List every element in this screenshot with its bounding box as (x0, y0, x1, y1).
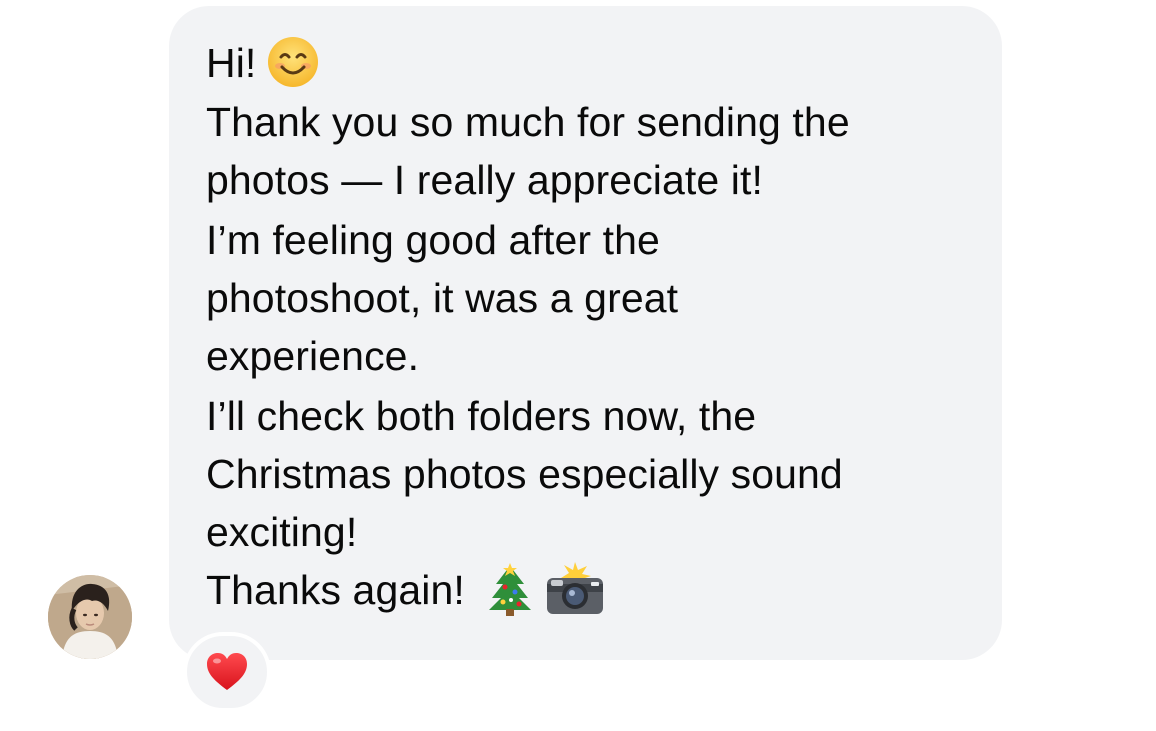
message-line: photos — I really appreciate it! (206, 157, 763, 204)
message-line: photoshoot, it was a great (206, 275, 679, 322)
message-line: Christmas photos especially sound (206, 451, 843, 498)
sender-avatar[interactable] (48, 575, 132, 659)
message-line: exciting! (206, 509, 358, 556)
message-line: Hi! (206, 34, 1002, 93)
message-line: Thanks again! (206, 561, 1002, 620)
message-line: experience. (206, 333, 420, 380)
message-line-text: Thanks again! (206, 567, 465, 614)
reaction-badge[interactable] (183, 632, 271, 712)
avatar-photo (48, 575, 132, 659)
camera-with-flash-icon (545, 562, 603, 616)
smiling-face-icon (266, 35, 320, 89)
message-line: I’ll check both folders now, the (206, 393, 757, 440)
message-bubble[interactable]: Hi! Thank you so much for sending the ph… (169, 6, 1002, 660)
christmas-tree-icon (483, 562, 537, 617)
red-heart-icon (207, 653, 247, 690)
message-line: Thank you so much for sending the (206, 99, 850, 146)
message-line-text: Hi! (206, 40, 257, 86)
message-line: I’m feeling good after the (206, 217, 660, 264)
